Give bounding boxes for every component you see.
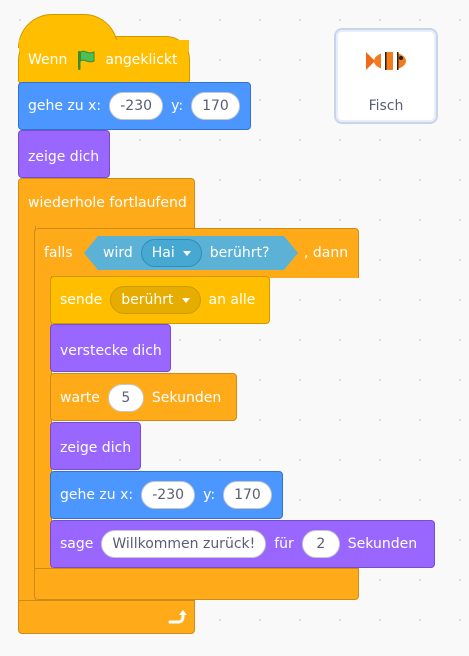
if-row-prefix: falls: [44, 245, 73, 261]
clownfish-icon: [366, 52, 406, 70]
say-row: sage Willkommen zurück! für 2 Sekunden: [60, 530, 417, 558]
say-suffix: Sekunden: [347, 536, 418, 552]
show-label: zeige dich: [28, 149, 100, 165]
chevron-down-icon: [182, 250, 191, 256]
touching-row: wird Hai berührt?: [103, 239, 269, 267]
touching-prefix: wird: [103, 245, 133, 261]
broadcast-prefix: sende: [60, 292, 103, 308]
hat-prefix: Wenn: [28, 52, 68, 68]
wait-suffix: Sekunden: [151, 390, 222, 406]
goto-label: gehe zu x:: [28, 98, 102, 114]
y-input[interactable]: 170: [191, 92, 240, 120]
wait-row: warte 5 Sekunden: [60, 384, 221, 412]
show2-row: zeige dich: [60, 440, 131, 456]
hide-row: verstecke dich: [60, 343, 162, 359]
broadcast-message-value: berührt: [121, 292, 174, 308]
say-prefix: sage: [60, 536, 94, 552]
touching-target-value: Hai: [151, 245, 175, 261]
touching-target-dropdown[interactable]: Hai: [140, 239, 202, 267]
when-flag-clicked-row: Wenn angeklickt: [28, 49, 178, 71]
y-label: y:: [171, 98, 184, 114]
loop-arrow-icon: [168, 610, 187, 624]
sprite-tile[interactable]: Fisch: [334, 28, 438, 124]
goto2-row: gehe zu x: -230 y: 170: [60, 481, 272, 509]
broadcast-row: sende berührt an alle: [60, 286, 255, 314]
broadcast-suffix: an alle: [208, 292, 256, 308]
hide-label: verstecke dich: [60, 343, 162, 359]
say-message-input[interactable]: Willkommen zurück!: [101, 530, 267, 558]
touching-suffix: berührt?: [209, 245, 270, 261]
broadcast-message-dropdown[interactable]: berührt: [110, 286, 201, 314]
forever-row: wiederhole fortlaufend: [28, 195, 187, 211]
wait-prefix: warte: [60, 390, 100, 406]
y-input-2[interactable]: 170: [223, 481, 272, 509]
hat-suffix: angeklickt: [105, 52, 178, 68]
if-suffix: , dann: [304, 245, 349, 261]
sprite-name: Fisch: [368, 98, 404, 114]
if-prefix: falls: [44, 245, 73, 261]
goto2-label: gehe zu x:: [60, 487, 134, 503]
show-row: zeige dich: [28, 149, 99, 165]
x-input[interactable]: -230: [109, 92, 164, 120]
forever-label: wiederhole fortlaufend: [28, 195, 187, 211]
show2-label: zeige dich: [60, 440, 132, 456]
x-input-2[interactable]: -230: [141, 481, 196, 509]
y-label-2: y:: [203, 487, 216, 503]
say-seconds-input[interactable]: 2: [301, 530, 340, 558]
if-row-suffix: , dann: [304, 245, 348, 261]
chevron-down-icon: [181, 297, 190, 303]
wait-seconds-input[interactable]: 5: [107, 384, 144, 412]
if-bottom[interactable]: [34, 568, 359, 600]
say-mid: für: [274, 536, 294, 552]
goto-xy-row: gehe zu x: -230 y: 170: [28, 92, 240, 120]
green-flag-icon: [78, 50, 95, 70]
